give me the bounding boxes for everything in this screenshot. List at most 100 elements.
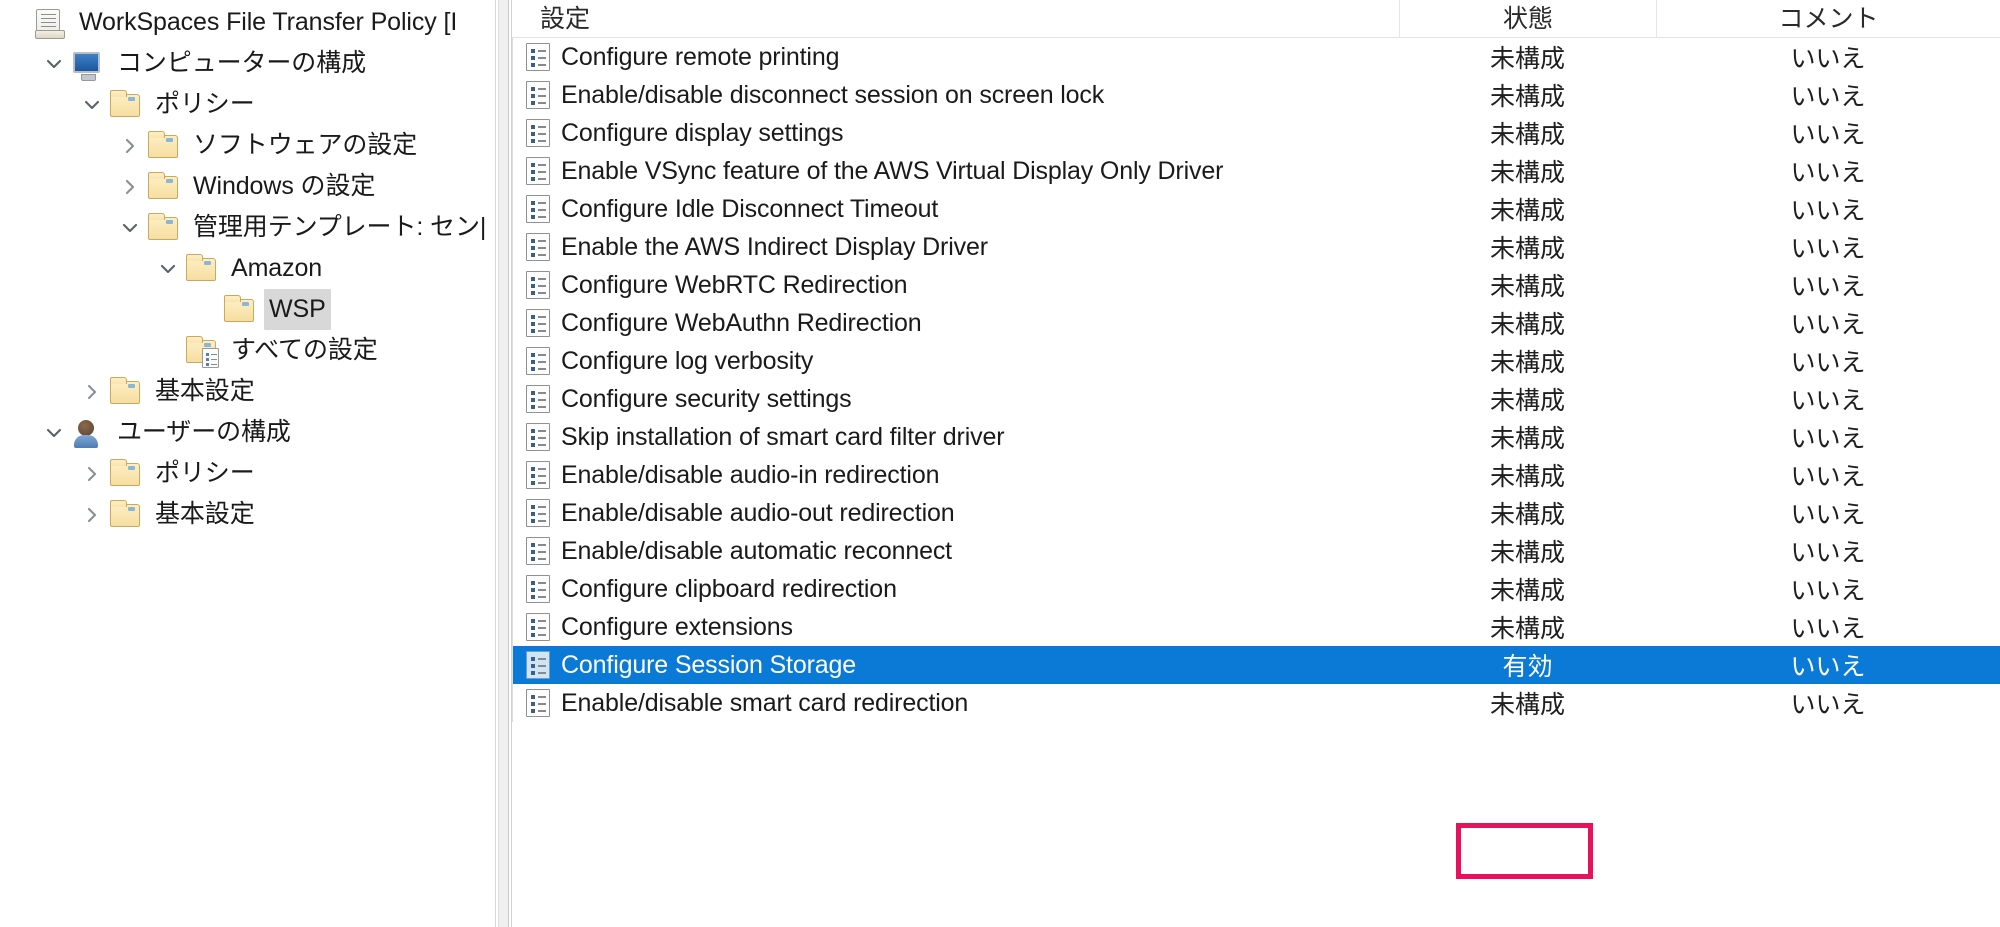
tree-item[interactable]: WorkSpaces File Transfer Policy [I [0, 2, 495, 43]
tree-item-label: ユーザーの構成 [117, 418, 291, 446]
chevron-right-icon[interactable] [76, 505, 108, 525]
tree-item[interactable]: Windows の設定 [0, 166, 495, 207]
cell-setting[interactable]: Configure remote printing [512, 38, 1399, 76]
cell-setting[interactable]: Configure WebRTC Redirection [512, 266, 1399, 304]
tree-item[interactable]: 基本設定 [0, 371, 495, 412]
table-row[interactable]: Enable/disable smart card redirection 未構成… [512, 684, 2000, 722]
pane-splitter[interactable] [495, 0, 512, 927]
cell-setting[interactable]: Configure WebAuthn Redirection [512, 304, 1399, 342]
cell-comment: いいえ [1790, 83, 1866, 111]
cell-setting[interactable]: Enable VSync feature of the AWS Virtual … [512, 152, 1399, 190]
policy-setting-icon [526, 537, 550, 565]
table-row[interactable]: Enable/disable disconnect session on scr… [512, 76, 2000, 114]
settings-list-pane[interactable]: 設定 状態 コメント Configure remote printing 未構成い… [512, 0, 2000, 927]
setting-name-label: Enable/disable audio-out redirection [561, 499, 955, 527]
table-row[interactable]: Configure Idle Disconnect Timeout 未構成 いいえ [512, 190, 2000, 228]
folder-icon [146, 130, 180, 161]
setting-name-label: Enable VSync feature of the AWS Virtual … [561, 157, 1224, 185]
tree-item[interactable]: ポリシー [0, 84, 495, 125]
tree-item[interactable]: 管理用テンプレート: セン| [0, 207, 495, 248]
chevron-down-icon[interactable] [38, 423, 70, 443]
cell-setting[interactable]: Enable/disable smart card redirection [512, 684, 1399, 722]
tree-item[interactable]: すべての設定 [0, 330, 495, 371]
cell-state: 未構成 [1489, 691, 1565, 719]
settings-list-header[interactable]: 設定 状態 コメント [512, 0, 2000, 38]
cell-setting[interactable]: Configure Session Storage [512, 646, 1399, 684]
cell-setting[interactable]: Configure display settings [512, 114, 1399, 152]
tree-item[interactable]: ソフトウェアの設定 [0, 125, 495, 166]
cell-setting[interactable]: Enable the AWS Indirect Display Driver [512, 228, 1399, 266]
table-row[interactable]: Configure extensions 未構成 いいえ [512, 608, 2000, 646]
table-row[interactable]: Skip installation of smart card filter d… [512, 418, 2000, 456]
splitter-bar[interactable] [498, 0, 509, 927]
cell-state: 未構成 [1489, 425, 1565, 453]
cell-state: 未構成 [1489, 463, 1565, 491]
tree-item[interactable]: Amazon [0, 248, 495, 289]
cell-setting[interactable]: Enable/disable disconnect session on scr… [512, 76, 1399, 114]
cell-setting[interactable]: Enable/disable automatic reconnect [512, 532, 1399, 570]
chevron-right-icon[interactable] [76, 464, 108, 484]
table-row[interactable]: Configure remote printing 未構成 いいえ [512, 38, 2000, 76]
chevron-right-icon[interactable] [114, 177, 146, 197]
policy-tree[interactable]: WorkSpaces File Transfer Policy [I コンピュータ… [0, 0, 495, 535]
cell-setting[interactable]: Configure log verbosity [512, 342, 1399, 380]
tree-item[interactable]: ポリシー [0, 453, 495, 494]
cell-comment: いいえ [1790, 539, 1866, 567]
table-row[interactable]: Configure WebAuthn Redirection 未構成 いいえ [512, 304, 2000, 342]
cell-setting[interactable]: Configure clipboard redirection [512, 570, 1399, 608]
chevron-down-icon[interactable] [76, 95, 108, 115]
policy-tree-pane[interactable]: WorkSpaces File Transfer Policy [I コンピュータ… [0, 0, 495, 927]
policy-setting-icon [526, 157, 550, 185]
table-row[interactable]: Enable/disable audio-out redirection 未構成 い… [512, 494, 2000, 532]
cell-comment: いいえ [1790, 235, 1866, 263]
cell-setting[interactable]: Configure Idle Disconnect Timeout [512, 190, 1399, 228]
policy-setting-icon [526, 233, 550, 261]
list-left-guide [512, 38, 513, 722]
cell-setting[interactable]: Enable/disable audio-in redirection [512, 456, 1399, 494]
folder-icon [146, 212, 180, 243]
table-row[interactable]: Enable the AWS Indirect Display Driver 未構… [512, 228, 2000, 266]
tree-item[interactable]: WSP [0, 289, 495, 330]
table-row[interactable]: Configure security settings 未構成 いいえ [512, 380, 2000, 418]
policy-setting-icon [526, 271, 550, 299]
table-row-selected[interactable]: Configure Session Storage 有効 いいえ [512, 646, 2000, 684]
cell-comment: いいえ [1790, 387, 1866, 415]
cell-state: 有効 [1502, 653, 1553, 681]
tree-item[interactable]: ユーザーの構成 [0, 412, 495, 453]
chevron-right-icon[interactable] [114, 136, 146, 156]
chevron-right-icon[interactable] [76, 382, 108, 402]
chevron-down-icon[interactable] [114, 218, 146, 238]
tree-item-label: ポリシー [155, 90, 255, 118]
table-row[interactable]: Configure WebRTC Redirection 未構成 いいえ [512, 266, 2000, 304]
chevron-down-icon[interactable] [152, 259, 184, 279]
table-row[interactable]: Configure log verbosity 未構成 いいえ [512, 342, 2000, 380]
cell-setting[interactable]: Configure extensions [512, 608, 1399, 646]
policy-setting-icon [526, 195, 550, 223]
table-row[interactable]: Configure clipboard redirection 未構成 いいえ [512, 570, 2000, 608]
computer-icon [70, 49, 104, 81]
column-header-state[interactable]: 状態 [1399, 0, 1656, 37]
tree-item[interactable]: コンピューターの構成 [0, 43, 495, 84]
column-header-comment[interactable]: コメント [1656, 0, 2000, 37]
table-row[interactable]: Enable/disable automatic reconnect 未構成 いいえ [512, 532, 2000, 570]
cell-setting[interactable]: Skip installation of smart card filter d… [512, 418, 1399, 456]
cell-comment: いいえ [1790, 577, 1866, 605]
cell-state: 未構成 [1489, 577, 1565, 605]
cell-comment: いいえ [1790, 197, 1866, 225]
setting-name-label: Enable/disable disconnect session on scr… [561, 81, 1105, 109]
table-row[interactable]: Enable/disable audio-in redirection 未構成 いい… [512, 456, 2000, 494]
setting-name-label: Enable/disable smart card redirection [561, 689, 969, 717]
tree-item[interactable]: 基本設定 [0, 494, 495, 535]
folder-doc-icon [184, 335, 219, 368]
table-row[interactable]: Enable VSync feature of the AWS Virtual … [512, 152, 2000, 190]
tree-item-label: ソフトウェアの設定 [193, 131, 418, 159]
cell-comment: いいえ [1790, 691, 1866, 719]
cell-state: 未構成 [1489, 539, 1565, 567]
cell-setting[interactable]: Enable/disable audio-out redirection [512, 494, 1399, 532]
chevron-down-icon[interactable] [38, 54, 70, 74]
column-header-setting[interactable]: 設定 [512, 0, 1399, 37]
settings-list-body[interactable]: Configure remote printing 未構成 いいえ Enable/di… [512, 38, 2000, 722]
setting-name-label: Configure Session Storage [561, 651, 857, 679]
cell-setting[interactable]: Configure security settings [512, 380, 1399, 418]
table-row[interactable]: Configure display settings 未構成 いいえ [512, 114, 2000, 152]
